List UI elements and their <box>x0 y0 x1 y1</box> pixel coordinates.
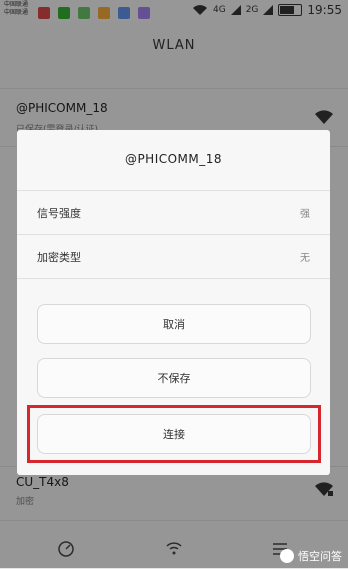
signal-strength-value: 强 <box>300 209 310 220</box>
watermark: 悟空问答 <box>280 548 342 564</box>
forget-button[interactable]: 不保存 <box>37 358 311 398</box>
highlight-box <box>27 405 321 463</box>
cancel-button[interactable]: 取消 <box>37 304 311 344</box>
watermark-logo-icon <box>280 549 294 563</box>
security-type-row: 加密类型 无 <box>17 234 330 279</box>
security-type-label: 加密类型 <box>37 251 81 264</box>
signal-strength-label: 信号强度 <box>37 207 81 220</box>
signal-strength-row: 信号强度 强 <box>17 190 330 235</box>
divider <box>17 278 330 279</box>
watermark-text: 悟空问答 <box>298 550 342 563</box>
dialog-title: @PHICOMM_18 <box>124 152 223 166</box>
security-type-value: 无 <box>300 253 310 264</box>
wifi-connect-dialog: @PHICOMM_18 信号强度 强 加密类型 无 取消 不保存 连接 <box>17 130 330 475</box>
